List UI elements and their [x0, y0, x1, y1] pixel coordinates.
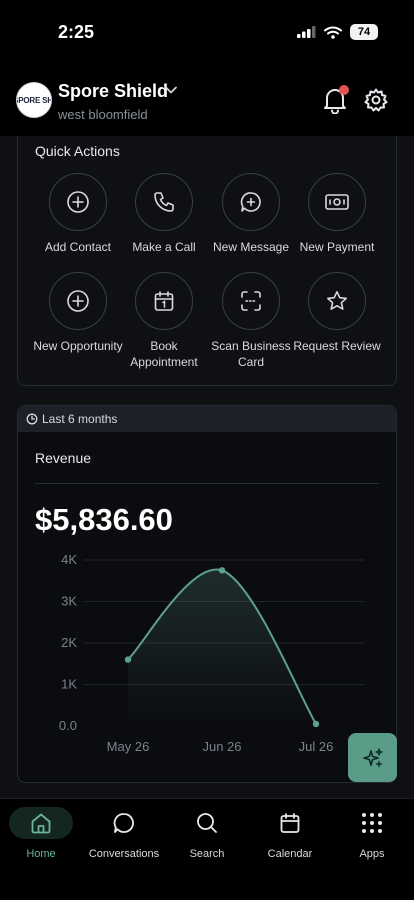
new-payment-action[interactable]: New Payment	[292, 173, 382, 255]
banknote-icon	[325, 194, 349, 210]
message-plus-icon	[240, 192, 261, 212]
grid-dots-icon	[362, 813, 382, 833]
search-icon	[197, 813, 217, 833]
battery-icon: 74	[350, 24, 378, 40]
status-bar: 2:25 74	[0, 0, 414, 66]
quick-actions-title: Quick Actions	[35, 143, 120, 159]
revenue-amount: $5,836.60	[35, 502, 173, 537]
book-appointment-label: Book Appointment	[130, 339, 198, 369]
revenue-chart: 4K 3K 2K 1K 0.0 May 26 Jun 26 Jul 26	[59, 552, 364, 754]
make-call-label: Make a Call	[132, 240, 196, 254]
phone-icon	[154, 192, 174, 212]
nav-home[interactable]: Home	[0, 807, 82, 860]
app-header: SPORE SHI Spore Shield west bloomfield	[0, 66, 414, 136]
new-opportunity-label: New Opportunity	[33, 339, 123, 353]
chart-x-tick-label: Jun 26	[202, 739, 241, 754]
revenue-card: Last 6 months Revenue $5,836.60 4K 3K 2K 1K…	[17, 405, 397, 783]
nav-apps-label: Apps	[359, 848, 385, 860]
bottom-nav: Home Conversations Search Calendar Apps	[0, 798, 414, 900]
chart-data-point	[312, 720, 320, 728]
chart-y-tick-label: 2K	[61, 635, 77, 650]
add-contact-button[interactable]	[49, 173, 107, 231]
nav-home-label: Home	[26, 848, 56, 860]
period-label: Last 6 months	[42, 412, 118, 426]
new-message-label: New Message	[212, 240, 290, 254]
cellular-signal-icon	[297, 26, 316, 38]
request-review-action[interactable]: Request Review	[292, 272, 382, 354]
settings-button[interactable]	[363, 87, 391, 115]
nav-conversations[interactable]: Conversations	[83, 807, 165, 860]
scan-business-card-label: Scan Business Card	[211, 339, 291, 369]
plus-circle-icon	[67, 290, 89, 312]
plus-circle-icon	[67, 191, 89, 213]
home-icon	[31, 813, 51, 834]
nav-calendar-label: Calendar	[267, 848, 313, 860]
nav-search-label: Search	[189, 848, 225, 860]
avatar-logo-text: SPORE SHI	[17, 95, 51, 105]
calendar-icon	[280, 813, 300, 833]
chart-area-fill	[128, 569, 316, 726]
add-contact-label: Add Contact	[44, 240, 112, 254]
status-icons: 74	[297, 24, 378, 40]
gear-icon	[364, 88, 388, 112]
chart-y-tick-label: 1K	[61, 677, 77, 692]
new-opportunity-button[interactable]	[49, 272, 107, 330]
revenue-divider	[35, 483, 379, 484]
new-message-button[interactable]	[222, 173, 280, 231]
clock-icon	[26, 413, 38, 425]
new-payment-button[interactable]	[308, 173, 366, 231]
sparkles-icon	[362, 747, 383, 767]
add-contact-action[interactable]: Add Contact	[33, 173, 123, 255]
chart-data-point	[124, 656, 132, 663]
home-content[interactable]: Quick Actions Add Contact Make a Call Ne…	[0, 136, 414, 798]
chevron-down-icon[interactable]	[164, 83, 178, 97]
account-location: west bloomfield	[58, 107, 148, 122]
wifi-icon	[324, 26, 342, 39]
chart-data-point	[218, 567, 226, 574]
chat-bubble-icon	[113, 813, 134, 833]
status-time: 2:25	[58, 22, 95, 42]
account-name[interactable]: Spore Shield	[58, 81, 168, 102]
quick-actions-card: Quick Actions Add Contact Make a Call Ne…	[17, 136, 397, 386]
new-payment-label: New Payment	[299, 240, 375, 254]
chart-x-tick-label: May 26	[107, 739, 150, 754]
revenue-title: Revenue	[35, 450, 92, 466]
chart-x-tick-label: Jul 26	[299, 739, 334, 754]
request-review-button[interactable]	[308, 272, 366, 330]
request-review-label: Request Review	[293, 339, 381, 353]
period-filter[interactable]: Last 6 months	[18, 406, 396, 432]
nav-home-pill[interactable]	[9, 807, 73, 839]
scan-business-card-button[interactable]	[222, 272, 280, 330]
make-call-button[interactable]	[135, 173, 193, 231]
star-icon	[327, 291, 347, 310]
notifications-button[interactable]	[322, 85, 350, 115]
nav-conversations-label: Conversations	[88, 848, 160, 860]
nav-apps[interactable]: Apps	[331, 807, 413, 860]
book-appointment-action[interactable]: Book Appointment	[119, 272, 209, 370]
account-avatar[interactable]: SPORE SHI	[16, 82, 52, 118]
calendar-icon	[154, 291, 174, 311]
notification-dot	[339, 85, 349, 95]
make-call-action[interactable]: Make a Call	[119, 173, 209, 255]
chart-y-tick-label: 3K	[61, 594, 77, 609]
nav-calendar[interactable]: Calendar	[249, 807, 331, 860]
scan-business-card-action[interactable]: Scan Business Card	[206, 272, 296, 370]
scan-icon	[241, 291, 261, 311]
chart-y-tick-label: 4K	[61, 552, 77, 567]
book-appointment-button[interactable]	[135, 272, 193, 330]
ai-assistant-button[interactable]	[348, 733, 397, 782]
chart-y-tick-label: 0.0	[59, 718, 77, 733]
nav-search[interactable]: Search	[166, 807, 248, 860]
new-opportunity-action[interactable]: New Opportunity	[33, 272, 123, 354]
new-message-action[interactable]: New Message	[206, 173, 296, 255]
